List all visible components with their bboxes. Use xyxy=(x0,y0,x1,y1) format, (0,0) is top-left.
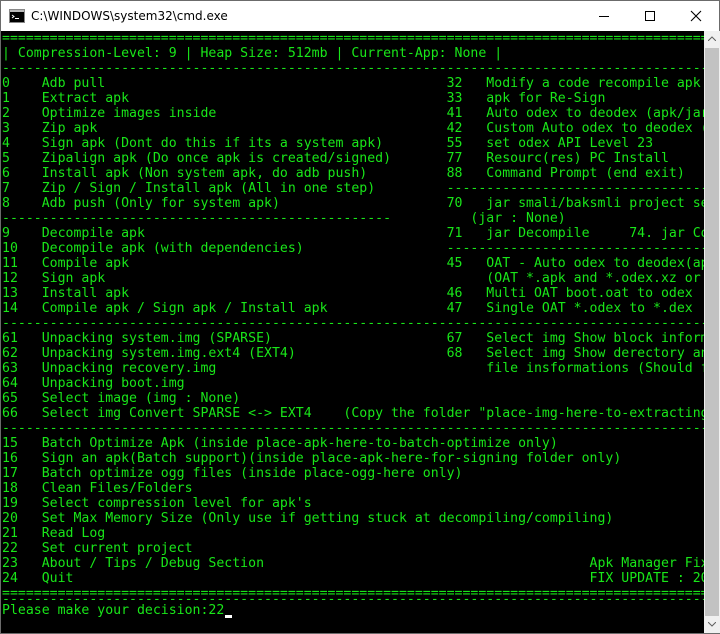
menu-line: 62 Unpacking system.img.ext4 (EXT4) 68 S… xyxy=(2,346,704,361)
menu-line: 13 Install apk 46 Multi OAT boot.oat to … xyxy=(2,286,693,301)
menu-line: 8 Adb push (Only for system apk) 70 jar … xyxy=(2,196,704,211)
cmd-window: C:\WINDOWS\system32\cmd.exe ============… xyxy=(0,0,720,634)
chevron-down-icon xyxy=(708,622,716,627)
menu-line: 21 Read Log xyxy=(2,526,106,541)
console-line: ----------------------------------------… xyxy=(2,421,704,436)
menu-line: 7 Zip / Sign / Install apk (All in one s… xyxy=(2,181,704,196)
menu-line: 9 Decompile apk 71 jar Decompile 74. jar… xyxy=(2,226,704,241)
close-button[interactable] xyxy=(673,1,719,31)
menu-line: 16 Sign an apk(Batch support)(inside pla… xyxy=(2,451,622,466)
menu-line: 0 Adb pull 32 Modify a code recompile ap… xyxy=(2,76,701,91)
maximize-button[interactable] xyxy=(627,1,673,31)
maximize-icon xyxy=(645,11,655,21)
console-line: ----------------------------------------… xyxy=(2,316,704,331)
menu-line: 64 Unpacking boot.img xyxy=(2,376,185,391)
command-prompt-line[interactable]: Please make your decision:22 xyxy=(2,603,224,618)
close-icon xyxy=(690,10,702,22)
menu-line: 18 Clean Files/Folders xyxy=(2,481,193,496)
menu-line: 61 Unpacking system.img (SPARSE) 67 Sele… xyxy=(2,331,704,346)
console-line: ========================================… xyxy=(2,31,704,46)
menu-line: 22 Set current project xyxy=(2,541,193,556)
menu-line: 66 Select img Convert SPARSE <-> EXT4 (C… xyxy=(2,406,704,421)
minimize-button[interactable] xyxy=(581,1,627,31)
menu-line: 12 Sign apk (OAT *.apk and *.odex.xz or … xyxy=(2,271,704,286)
console-line: ----------------------------------------… xyxy=(2,61,704,76)
menu-line: 19 Select compression level for apk's xyxy=(2,496,312,511)
title-bar[interactable]: C:\WINDOWS\system32\cmd.exe xyxy=(1,1,719,31)
chevron-up-icon xyxy=(708,36,716,41)
menu-line: 17 Batch optimize ogg files (inside plac… xyxy=(2,466,463,481)
menu-line: ----------------------------------------… xyxy=(2,211,566,226)
command-prompt-icon xyxy=(9,9,25,23)
menu-line: 63 Unpacking recovery.img file insformat… xyxy=(2,361,704,376)
text-cursor xyxy=(225,615,232,618)
menu-line: 15 Batch Optimize Apk (inside place-apk-… xyxy=(2,436,558,451)
menu-line: 3 Zip apk 42 Custom Auto odex to deodex … xyxy=(2,121,704,136)
menu-line: 65 Select image (img : None) xyxy=(2,391,241,406)
menu-line: 1 Extract apk 33 apk for Re-Sign xyxy=(2,91,606,106)
menu-line: 6 Install apk (Non system apk, do adb pu… xyxy=(2,166,685,181)
vertical-scrollbar[interactable] xyxy=(704,31,720,633)
scroll-thumb[interactable] xyxy=(705,48,719,616)
scroll-up-button[interactable] xyxy=(704,31,720,47)
scroll-down-button[interactable] xyxy=(704,617,720,633)
window-title: C:\WINDOWS\system32\cmd.exe xyxy=(31,9,228,23)
menu-line: 2 Optimize images inside 41 Auto odex to… xyxy=(2,106,704,121)
status-line: | Compression-Level: 9 | Heap Size: 512m… xyxy=(2,46,503,61)
menu-line: 10 Decompile apk (with dependencies) ---… xyxy=(2,241,704,256)
menu-line: 4 Sign apk (Dont do this if its a system… xyxy=(2,136,654,151)
menu-line: 24 Quit FIX UPDATE : 2016-12-24 xyxy=(2,571,704,586)
menu-line: 20 Set Max Memory Size (Only use if gett… xyxy=(2,511,614,526)
menu-line: 14 Compile apk / Sign apk / Install apk … xyxy=(2,301,693,316)
menu-line: 5 Zipalign apk (Do once apk is created/s… xyxy=(2,151,669,166)
console-output[interactable]: ========================================… xyxy=(2,31,704,633)
minimize-icon xyxy=(599,16,609,17)
menu-line: 23 About / Tips / Debug Section Apk Mana… xyxy=(2,556,704,571)
menu-line: 11 Compile apk 45 OAT - Auto odex to deo… xyxy=(2,256,704,271)
